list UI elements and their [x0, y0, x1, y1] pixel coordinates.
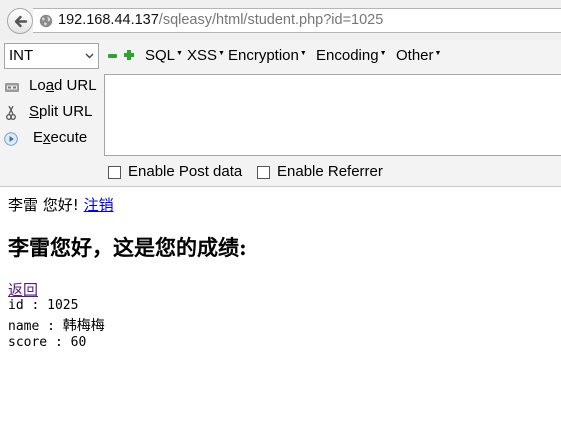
- type-select-value: INT: [9, 47, 34, 64]
- caret-down-icon: ▼: [299, 50, 307, 57]
- load-url-label: Load URL: [29, 77, 97, 94]
- page-title: 李雷您好，这是您的成绩:: [8, 235, 247, 260]
- increase-icon[interactable]: [124, 50, 134, 60]
- menu-other[interactable]: Other▼: [396, 47, 441, 64]
- url-host: 192.168.44.137: [58, 12, 159, 28]
- navigation-bar: 192.168.44.137/sqleasy/html/student.php?…: [0, 0, 561, 40]
- globe-icon: [39, 14, 53, 28]
- greeting-text: 李雷 您好!: [8, 196, 79, 214]
- caret-down-icon: ▼: [379, 50, 387, 57]
- enable-post-data-checkbox[interactable]: [108, 166, 121, 179]
- menu-sql[interactable]: SQL▼: [145, 47, 183, 64]
- url-text[interactable]: 192.168.44.137/sqleasy/html/student.php?…: [58, 12, 383, 28]
- play-icon: [4, 132, 18, 146]
- record-score: score : 60: [8, 335, 87, 350]
- greeting-line: 李雷 您好! 注销: [8, 194, 114, 215]
- scissors-icon: [6, 106, 16, 120]
- execute-label: Execute: [33, 129, 88, 146]
- enable-post-data-label: Enable Post data: [128, 163, 243, 180]
- split-url-label: Split URL: [29, 103, 93, 120]
- url-path: /sqleasy/html/student.php?id=1025: [158, 12, 384, 28]
- caret-down-icon: ▼: [434, 50, 442, 57]
- back-arrow-icon: [14, 15, 28, 28]
- record-name: name : 韩梅梅: [8, 315, 105, 335]
- type-select[interactable]: INT: [4, 43, 99, 69]
- logout-link[interactable]: 注销: [84, 196, 114, 214]
- record-name-label: name :: [8, 319, 63, 334]
- return-link[interactable]: 返回: [8, 279, 38, 300]
- decrease-icon[interactable]: [108, 54, 117, 58]
- enable-referrer-label: Enable Referrer: [277, 163, 383, 180]
- load-url-icon: [5, 83, 19, 92]
- enable-referrer-checkbox[interactable]: [257, 166, 270, 179]
- menu-encoding[interactable]: Encoding▼: [316, 47, 387, 64]
- caret-down-icon: ▼: [176, 50, 183, 57]
- back-button[interactable]: [7, 8, 33, 34]
- hackbar-panel: INT SQL▼ XSS▼ Encryption▼ Encoding▼ Othe…: [0, 40, 561, 187]
- caret-down-icon: ▼: [218, 50, 225, 57]
- menu-encryption[interactable]: Encryption▼: [228, 47, 307, 64]
- record-name-value: 韩梅梅: [62, 318, 105, 334]
- record-id: id : 1025: [8, 298, 79, 313]
- url-bar[interactable]: 192.168.44.137/sqleasy/html/student.php?…: [33, 8, 561, 33]
- url-textarea[interactable]: [104, 74, 561, 156]
- chevron-down-icon: [85, 53, 94, 59]
- menu-xss[interactable]: XSS▼: [187, 47, 225, 64]
